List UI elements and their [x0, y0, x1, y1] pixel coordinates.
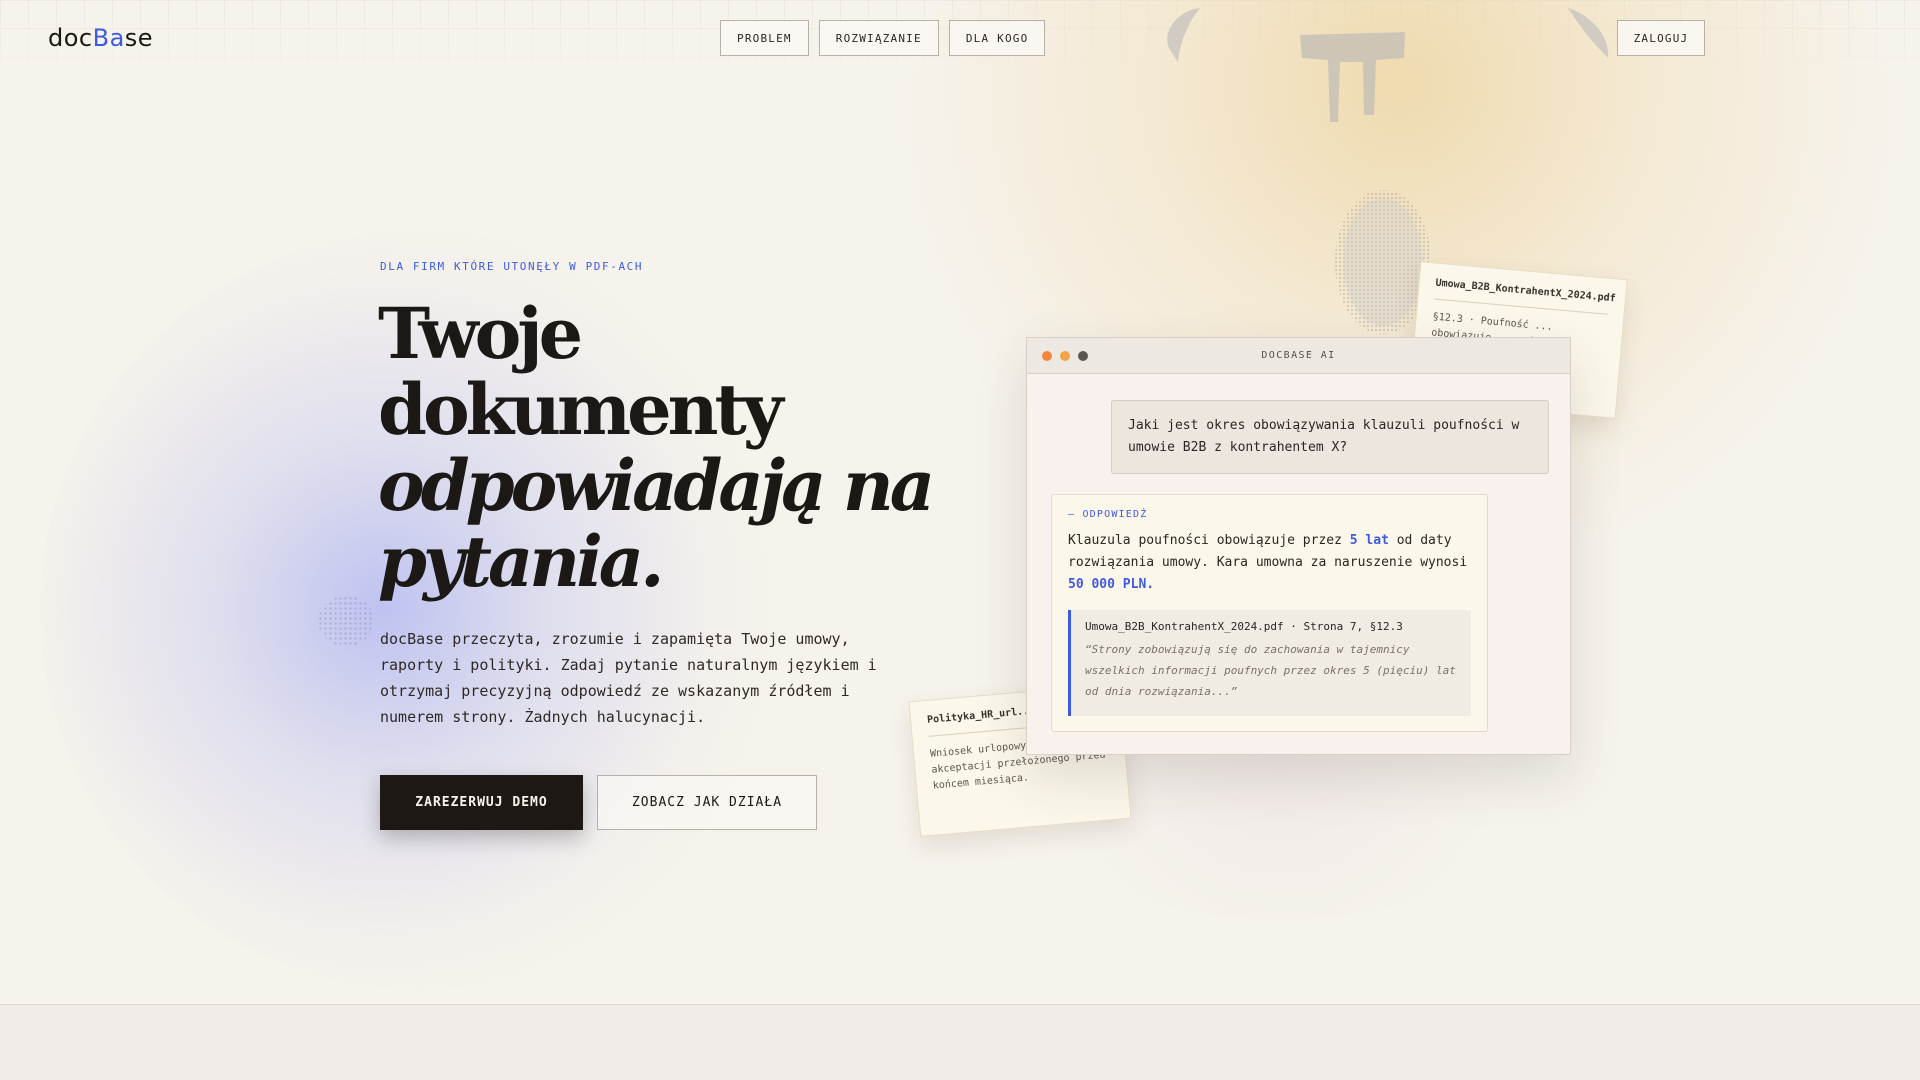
headline-line-1: Twoje [378, 292, 583, 375]
headline-line-3: odpowiadają na [378, 444, 935, 527]
close-dot-icon [1042, 351, 1052, 361]
dotted-sphere-decoration [318, 596, 374, 646]
citation-source[interactable]: Umowa_B2B_KontrahentX_2024.pdf · Strona … [1085, 620, 1457, 633]
headline-line-2: dokumenty [378, 368, 784, 451]
minimize-dot-icon [1060, 351, 1070, 361]
hero-description: docBase przeczyta, zrozumie i zapamięta … [380, 630, 877, 726]
citation-quote: “Strony zobowiązują się do zachowania w … [1085, 643, 1456, 698]
source-citation: Umowa_B2B_KontrahentX_2024.pdf · Strona … [1068, 610, 1471, 716]
next-section-band [0, 1004, 1920, 1080]
nav-rozwiazanie-button[interactable]: ROZWIĄZANIE [818, 20, 939, 56]
window-controls [1042, 351, 1088, 361]
logo-text-accent: Ba [92, 24, 125, 52]
chat-window: DOCBASE AI Jaki jest okres obowiązywania… [1026, 337, 1571, 755]
hero-eyebrow: DLA FIRM KTÓRE UTONĘŁY W PDF-ACH [380, 260, 644, 273]
user-question-bubble: Jaki jest okres obowiązywania klauzuli p… [1111, 400, 1549, 474]
login-button[interactable]: ZALOGUJ [1617, 20, 1705, 56]
logo-text-suffix: se [124, 24, 154, 52]
window-title: DOCBASE AI [1261, 350, 1336, 361]
answer-label: — ODPOWIEDŹ [1068, 509, 1148, 520]
answer-highlight-penalty: 50 000 PLN [1068, 577, 1147, 592]
nav-dla-kogo-button[interactable]: DLA KOGO [948, 20, 1046, 56]
window-titlebar: DOCBASE AI [1027, 338, 1570, 374]
maximize-dot-icon [1078, 351, 1088, 361]
answer-highlight-duration: 5 lat [1349, 533, 1389, 548]
nav-problem-button[interactable]: PROBLEM [720, 20, 809, 56]
hero-headline: Twoje dokumenty odpowiadają na pytania. [378, 296, 938, 600]
main-nav: PROBLEM ROZWIĄZANIE DLA KOGO [720, 20, 1046, 56]
answer-text: Klauzula poufności obowiązuje przez 5 la… [1068, 530, 1471, 596]
see-how-it-works-button[interactable]: ZOBACZ JAK DZIAŁA [597, 775, 817, 830]
headline-line-4: pytania. [378, 520, 665, 603]
answer-text-part: . [1146, 577, 1155, 592]
document-filename: Umowa_B2B_KontrahentX_2024.pdf [1434, 277, 1616, 315]
answer-text-part: Klauzula poufności obowiązuje przez [1068, 533, 1350, 548]
docbase-logo[interactable]: docBase [48, 24, 153, 52]
logo-text-prefix: doc [48, 24, 93, 52]
book-demo-button[interactable]: ZAREZERWUJ DEMO [380, 775, 583, 830]
ai-answer-card: — ODPOWIEDŹ Klauzula poufności obowiązuj… [1051, 494, 1488, 732]
